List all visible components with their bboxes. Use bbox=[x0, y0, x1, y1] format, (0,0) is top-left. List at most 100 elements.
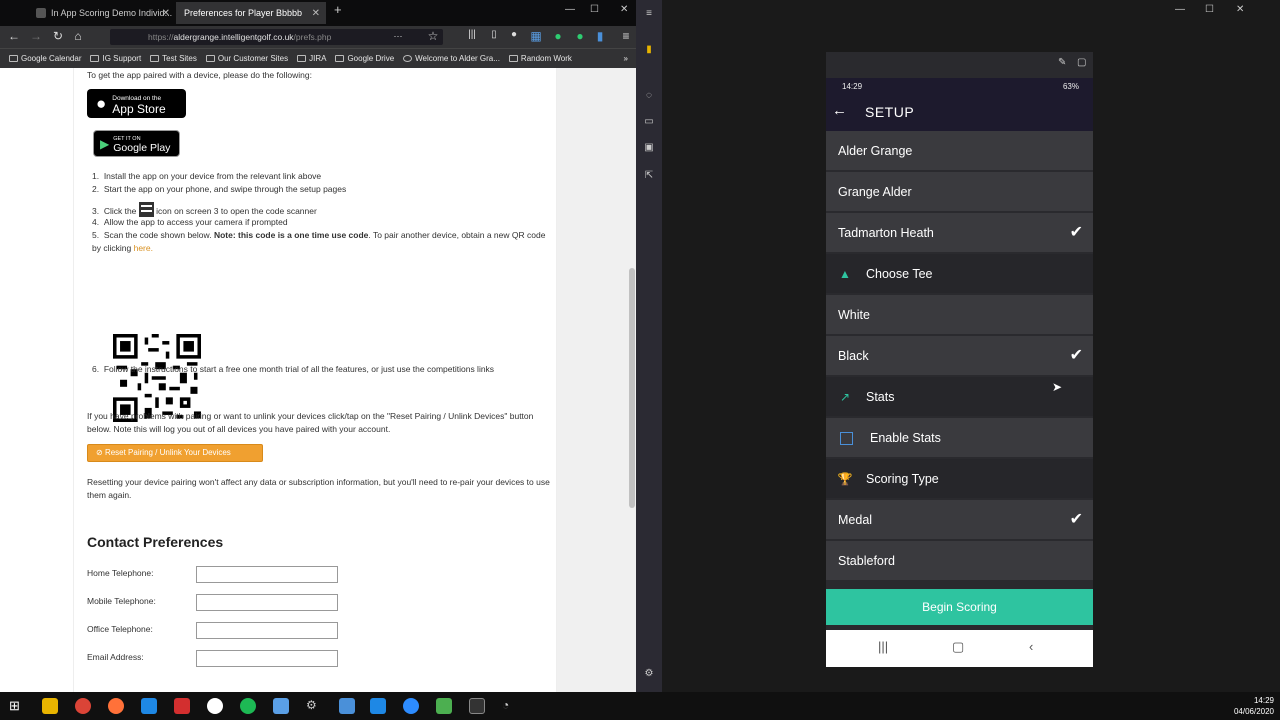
extension-grid-icon[interactable]: ▦ bbox=[528, 29, 544, 43]
reset-pairing-button[interactable]: ⊘ Reset Pairing / Unlink Your Devices bbox=[87, 444, 263, 462]
course-option[interactable]: Grange Alder bbox=[826, 172, 1093, 212]
new-tab-button[interactable]: + bbox=[334, 2, 342, 17]
taskbar-clock[interactable]: 14:29 04/06/2020 bbox=[1234, 695, 1274, 717]
spotify-icon[interactable] bbox=[240, 698, 256, 714]
file-explorer-icon[interactable] bbox=[42, 698, 58, 714]
begin-scoring-button[interactable]: Begin Scoring bbox=[826, 589, 1093, 625]
browser-side-strip: ≡ ▮ ◌ ▭ ▣ ⇱ ⚙ bbox=[636, 0, 662, 692]
maximize-icon[interactable]: ☐ bbox=[590, 4, 599, 15]
minimize-icon[interactable]: — bbox=[1175, 4, 1185, 15]
scoring-option[interactable]: Stableford bbox=[826, 541, 1093, 581]
folder-icon bbox=[205, 55, 215, 62]
back-icon[interactable]: ← bbox=[6, 29, 22, 43]
grammarly-icon[interactable]: ● bbox=[572, 29, 588, 43]
hamburger-icon[interactable]: ≡ bbox=[643, 8, 655, 20]
settings-icon[interactable]: ⚙ bbox=[306, 698, 322, 714]
forward-icon[interactable]: → bbox=[28, 29, 44, 43]
bookmarks-overflow-icon[interactable]: » bbox=[624, 54, 628, 63]
new-qr-link[interactable]: here. bbox=[134, 243, 153, 253]
tee-option[interactable]: Black ✔ bbox=[826, 336, 1093, 376]
chat-icon[interactable]: ▭ bbox=[643, 116, 655, 128]
close-window-icon[interactable]: ✕ bbox=[620, 4, 628, 15]
home-icon[interactable]: ⌂ bbox=[70, 29, 86, 43]
recents-icon[interactable]: ||| bbox=[878, 639, 888, 654]
settings-icon[interactable]: ⚙ bbox=[643, 668, 655, 680]
bookmark-welcome-alder[interactable]: Welcome to Alder Gra... bbox=[403, 54, 500, 63]
note-icon[interactable]: ▮ bbox=[643, 44, 655, 56]
page-scrollbar[interactable] bbox=[628, 68, 636, 692]
more-icon[interactable]: ··· bbox=[390, 31, 406, 41]
close-icon[interactable]: ✕ bbox=[162, 8, 170, 19]
minimize-icon[interactable]: — bbox=[565, 4, 575, 15]
scrollbar-thumb[interactable] bbox=[629, 268, 635, 508]
bookmark-random-work[interactable]: Random Work bbox=[508, 54, 572, 63]
extension-green-icon[interactable]: ● bbox=[550, 29, 566, 43]
share-icon[interactable]: ⇱ bbox=[643, 170, 655, 182]
mobile-telephone-input[interactable] bbox=[196, 594, 338, 611]
bookmark-google-calendar[interactable]: Google Calendar bbox=[9, 54, 81, 63]
bookmark-test-sites[interactable]: Test Sites bbox=[150, 54, 197, 63]
edge-icon[interactable] bbox=[141, 698, 157, 714]
close-icon[interactable]: ✕ bbox=[312, 8, 320, 19]
taskbar: ⊞ ⚙ ◔ 14:29 04/06/2020 bbox=[0, 692, 1280, 720]
app-window-icon[interactable] bbox=[339, 698, 355, 714]
resetting-info: Resetting your device pairing won't affe… bbox=[87, 477, 550, 500]
firefox-icon[interactable] bbox=[108, 698, 124, 714]
reload-icon[interactable]: ↻ bbox=[50, 29, 66, 43]
notepad-icon[interactable] bbox=[436, 698, 452, 714]
tab-preferences[interactable]: Preferences for Player Bbbbb ✕ bbox=[176, 2, 326, 24]
windows-start-icon[interactable]: ⊞ bbox=[9, 698, 25, 714]
home-telephone-input[interactable] bbox=[196, 566, 338, 583]
course-option[interactable]: Tadmarton Heath ✔ bbox=[826, 213, 1093, 253]
chrome-icon[interactable] bbox=[75, 698, 91, 714]
enable-stats-checkbox[interactable] bbox=[840, 432, 853, 445]
tee-option[interactable]: White bbox=[826, 295, 1093, 335]
home-icon[interactable]: ▢ bbox=[952, 639, 964, 655]
maximize-icon[interactable]: ☐ bbox=[1205, 4, 1214, 15]
navigation-bar: ← → ↻ ⌂ https://aldergrange.intelligentg… bbox=[0, 26, 636, 48]
google-play-badge[interactable]: ▶ GET IT ON Google Play bbox=[93, 130, 180, 157]
sidebar-icon[interactable]: ▯ bbox=[486, 29, 502, 40]
library-icon[interactable]: ||| bbox=[464, 29, 480, 40]
bookmark-google-drive[interactable]: Google Drive bbox=[335, 54, 394, 63]
terminal-icon[interactable] bbox=[469, 698, 485, 714]
pairing-intro: To get the app paired with a device, ple… bbox=[87, 70, 312, 80]
office-telephone-input[interactable] bbox=[196, 622, 338, 639]
scoring-type-header[interactable]: 🏆 Scoring Type bbox=[826, 459, 1093, 499]
bookmark-ig-support[interactable]: IG Support bbox=[90, 54, 141, 63]
trend-icon: ↗ bbox=[839, 390, 851, 404]
slack-icon[interactable] bbox=[207, 698, 223, 714]
clock-app-icon[interactable]: ◔ bbox=[502, 698, 518, 714]
settings-icon[interactable]: ▢ bbox=[1077, 57, 1086, 68]
check-icon: ✔ bbox=[1069, 511, 1083, 528]
mouse-cursor-icon: ➤ bbox=[1052, 380, 1063, 394]
course-option[interactable]: Alder Grange bbox=[826, 131, 1093, 171]
active-app-icon[interactable] bbox=[370, 698, 386, 714]
app-store-badge[interactable]: ● Download on the App Store bbox=[87, 89, 186, 118]
bookmark-star-icon[interactable]: ☆ bbox=[425, 29, 441, 43]
back-icon[interactable]: ‹ bbox=[1029, 639, 1033, 654]
folder-icon bbox=[297, 55, 307, 62]
chat-app-icon[interactable] bbox=[273, 698, 289, 714]
scoring-option[interactable]: Medal ✔ bbox=[826, 500, 1093, 540]
step-5: 5. Scan the code shown below. Note: this… bbox=[92, 230, 546, 253]
tab-scoring-demo[interactable]: In App Scoring Demo Individ... ✕ bbox=[28, 2, 176, 24]
menu-icon[interactable]: ≡ bbox=[618, 29, 634, 43]
email-address-input[interactable] bbox=[196, 650, 338, 667]
folder-icon bbox=[150, 55, 160, 62]
zoom-icon[interactable] bbox=[403, 698, 419, 714]
back-arrow-icon[interactable]: ← bbox=[832, 102, 847, 119]
pin-icon[interactable]: ✎ bbox=[1058, 57, 1066, 68]
opera-icon[interactable] bbox=[174, 698, 190, 714]
choose-tee-header[interactable]: ▲ Choose Tee bbox=[826, 254, 1093, 294]
account-icon[interactable]: ● bbox=[506, 29, 522, 40]
bookmark-jira[interactable]: JIRA bbox=[297, 54, 326, 63]
bookmark-our-customer-sites[interactable]: Our Customer Sites bbox=[205, 54, 288, 63]
bell-icon[interactable]: ◌ bbox=[643, 90, 655, 102]
browser-window: In App Scoring Demo Individ... ✕ Prefere… bbox=[0, 0, 636, 692]
image-icon[interactable]: ▣ bbox=[643, 142, 655, 154]
globe-icon bbox=[403, 55, 413, 62]
extension-blue-icon[interactable]: ▮ bbox=[592, 29, 608, 43]
enable-stats-option[interactable]: Enable Stats bbox=[826, 418, 1093, 458]
close-window-icon[interactable]: ✕ bbox=[1236, 4, 1244, 15]
